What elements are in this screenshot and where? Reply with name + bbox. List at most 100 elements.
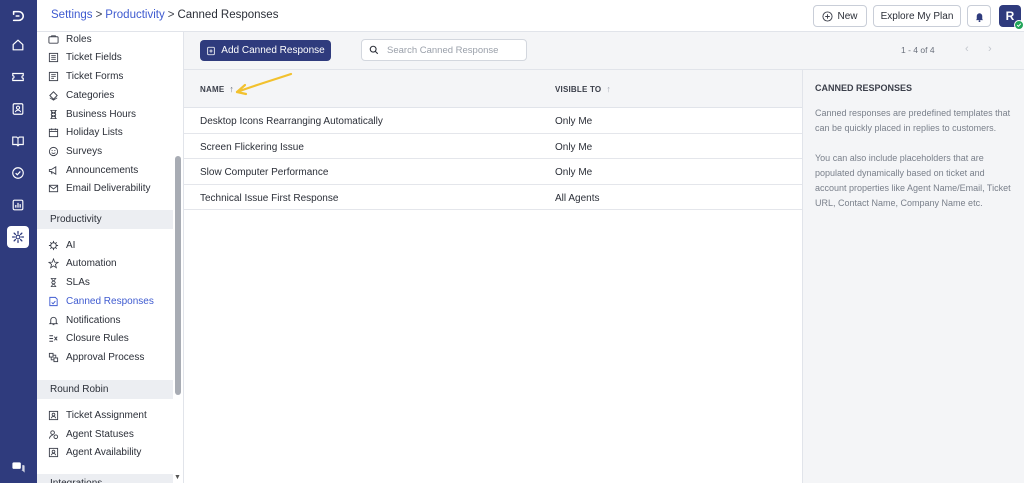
new-button-label: New [837, 10, 858, 22]
smiley-icon [48, 146, 59, 157]
section-productivity: Productivity [37, 210, 173, 229]
add-canned-response-button[interactable]: Add Canned Response [200, 40, 331, 61]
sidebar-item-agent-availability[interactable]: Agent Availability [37, 443, 173, 461]
sidebar-scrollbar[interactable] [175, 156, 181, 395]
sidebar-item-label: Business Hours [66, 108, 137, 120]
agent-status-icon [48, 429, 59, 440]
sidebar-item-label: Automation [66, 257, 117, 269]
sla-icon [48, 277, 59, 288]
envelope-icon [48, 183, 59, 194]
calendar-icon [48, 127, 59, 138]
sidebar-item-label: SLAs [66, 276, 90, 288]
next-page-button[interactable]: › [988, 43, 992, 55]
notifications-button[interactable] [967, 5, 991, 27]
sidebar-item-label: Email Deliverability [66, 182, 151, 194]
column-name-label: NAME [200, 84, 225, 94]
sidebar-item-label: Notifications [66, 314, 121, 326]
knowledge-base-icon[interactable] [7, 130, 29, 152]
sidebar-item-categories[interactable]: Categories [37, 86, 173, 104]
explore-plan-button[interactable]: Explore My Plan [873, 5, 961, 27]
app-rail [0, 0, 37, 483]
avatar-initial: R [1005, 9, 1015, 23]
approval-icon [48, 352, 59, 363]
sidebar-item-agent-statuses[interactable]: Agent Statuses [37, 425, 173, 443]
breadcrumb-settings[interactable]: Settings [51, 9, 93, 21]
sidebar-item-business-hours[interactable]: Business Hours [37, 105, 173, 123]
sidebar-item-automation[interactable]: Automation [37, 254, 173, 272]
breadcrumb-productivity[interactable]: Productivity [105, 9, 164, 21]
sidebar-item-canned-responses[interactable]: Canned Responses [37, 292, 173, 310]
table-row[interactable]: Screen Flickering Issue Only Me [184, 134, 802, 159]
closure-rules-icon [48, 333, 59, 344]
sidebar-item-label: AI [66, 239, 76, 251]
megaphone-icon [48, 165, 59, 176]
bell-icon [48, 315, 59, 326]
sidebar-item-label: Ticket Forms [66, 70, 124, 82]
sidebar-item-label: Approval Process [66, 351, 145, 363]
sidebar-item-holiday-lists[interactable]: Holiday Lists [37, 123, 173, 141]
column-name-header[interactable]: NAME ↑ [200, 84, 234, 94]
table-row[interactable]: Desktop Icons Rearranging Automatically … [184, 108, 802, 134]
home-icon[interactable] [7, 34, 29, 56]
table-row[interactable]: Slow Computer Performance Only Me [184, 159, 802, 185]
new-button[interactable]: New [813, 5, 867, 27]
search-input[interactable] [387, 44, 517, 56]
contacts-icon[interactable] [7, 98, 29, 120]
sidebar-item-notifications[interactable]: Notifications [37, 311, 173, 329]
sidebar-item-slas[interactable]: SLAs [37, 273, 173, 291]
sidebar-item-label: Ticket Fields [66, 51, 122, 63]
canned-response-icon [48, 296, 59, 307]
sidebar-item-label: Agent Statuses [66, 428, 134, 440]
sidebar-item-roles[interactable]: Roles [37, 32, 173, 48]
sidebar-item-announcements[interactable]: Announcements [37, 161, 173, 179]
info-title: CANNED RESPONSES [815, 83, 913, 93]
sidebar-item-ticket-fields[interactable]: Ticket Fields [37, 48, 173, 66]
online-status-icon [1014, 20, 1024, 30]
add-document-icon [207, 46, 216, 55]
info-paragraph: Canned responses are predefined template… [815, 108, 1011, 133]
chat-icon[interactable] [8, 457, 28, 477]
response-name[interactable]: Screen Flickering Issue [200, 142, 304, 153]
sidebar-item-label: Holiday Lists [66, 126, 123, 138]
breadcrumb-separator: > [167, 9, 175, 21]
pagination-count: 1 - 4 of 4 [901, 45, 935, 55]
sidebar-item-surveys[interactable]: Surveys [37, 142, 173, 160]
reports-icon[interactable] [7, 194, 29, 216]
add-canned-response-label: Add Canned Response [221, 45, 325, 56]
table-row[interactable]: Technical Issue First Response All Agent… [184, 185, 802, 210]
sidebar-item-ticket-assignment[interactable]: Ticket Assignment [37, 406, 173, 424]
settings-sidebar: Roles Ticket Fields Ticket Forms Categor… [37, 32, 184, 483]
sidebar-item-label: Announcements [66, 164, 139, 176]
settings-icon[interactable] [7, 226, 29, 248]
ticket-forms-icon [48, 71, 59, 82]
scroll-down-icon[interactable]: ▼ [174, 474, 182, 481]
top-header: Settings > Productivity > Canned Responses N… [37, 0, 1024, 32]
sidebar-item-email-deliverability[interactable]: Email Deliverability [37, 179, 173, 197]
breadcrumb-separator: > [95, 9, 103, 21]
sidebar-item-label: Ticket Assignment [66, 409, 147, 421]
response-name[interactable]: Technical Issue First Response [200, 193, 338, 204]
ai-icon [48, 240, 59, 251]
sidebar-item-ai[interactable]: AI [37, 236, 173, 254]
sidebar-item-approval-process[interactable]: Approval Process [37, 348, 173, 366]
sidebar-item-label: Agent Availability [66, 446, 142, 458]
response-name[interactable]: Slow Computer Performance [200, 167, 328, 178]
ticket-icon[interactable] [7, 66, 29, 88]
search-box[interactable] [361, 39, 527, 61]
previous-page-button[interactable]: ‹ [965, 43, 969, 55]
sidebar-item-closure-rules[interactable]: Closure Rules [37, 329, 173, 347]
search-icon [369, 45, 379, 55]
tasks-icon[interactable] [7, 162, 29, 184]
sort-arrow-icon[interactable]: ↑ [606, 84, 611, 94]
list-toolbar: Add Canned Response 1 - 4 of 4 ‹ › [184, 32, 1024, 70]
visible-to-value: Only Me [555, 167, 593, 178]
ticket-assignment-icon [48, 410, 59, 421]
avatar[interactable]: R [999, 5, 1024, 30]
logo-icon[interactable] [7, 5, 29, 27]
sidebar-item-ticket-forms[interactable]: Ticket Forms [37, 67, 173, 85]
hourglass-icon [48, 109, 59, 120]
sidebar-item-label: Roles [66, 33, 92, 45]
response-name[interactable]: Desktop Icons Rearranging Automatically [200, 116, 383, 127]
main-content: Add Canned Response 1 - 4 of 4 ‹ › NAME … [184, 32, 1024, 483]
column-visible-to-header[interactable]: VISIBLE TO ↑ [555, 84, 611, 94]
